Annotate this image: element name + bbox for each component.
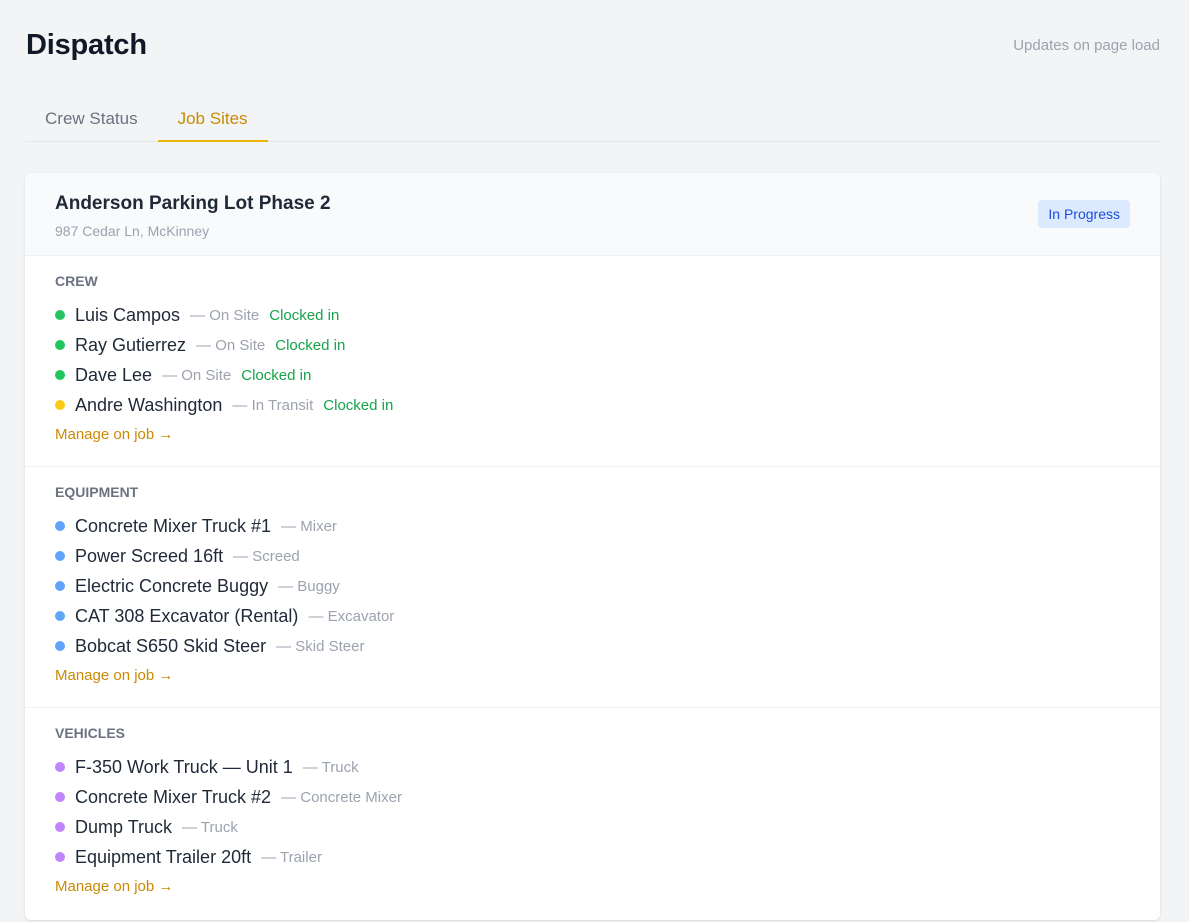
vehicle-item: Concrete Mixer Truck #2 — Concrete Mixer <box>55 782 1130 812</box>
equipment-item: Electric Concrete Buggy — Buggy <box>55 571 1130 601</box>
equipment-dot-icon <box>55 521 65 531</box>
equipment-name: Bobcat S650 Skid Steer <box>75 635 267 656</box>
manage-vehicles-link[interactable]: Manage on job → <box>55 874 173 900</box>
equipment-dot-icon <box>55 641 65 651</box>
crew-name: Luis Campos <box>75 304 181 325</box>
tab-job-sites[interactable]: Job Sites <box>157 93 268 142</box>
vehicle-dot-icon <box>55 822 65 832</box>
equipment-section-title: EQUIPMENT <box>55 484 139 500</box>
manage-equipment-link[interactable]: Manage on job → <box>55 663 173 689</box>
vehicle-type: — Truck <box>182 818 238 836</box>
equipment-dot-icon <box>55 581 65 591</box>
vehicle-item: Dump Truck — Truck <box>55 812 1130 842</box>
updates-note: Updates on page load <box>1013 37 1160 54</box>
crew-clock-status: Clocked in <box>323 396 394 414</box>
equipment-dot-icon <box>55 611 65 621</box>
equipment-name: Electric Concrete Buggy <box>75 575 269 596</box>
vehicle-dot-icon <box>55 852 65 862</box>
equipment-type: — Screed <box>233 547 300 565</box>
vehicle-name: Dump Truck <box>75 816 173 837</box>
vehicle-item: Equipment Trailer 20ft — Trailer <box>55 842 1130 872</box>
status-dot-icon <box>55 310 65 320</box>
equipment-type: — Skid Steer <box>276 637 365 655</box>
equipment-section: EQUIPMENT Concrete Mixer Truck #1 — Mixe… <box>25 467 1160 708</box>
crew-clock-status: Clocked in <box>241 366 312 384</box>
job-site-card: Anderson Parking Lot Phase 2 987 Cedar L… <box>25 173 1160 920</box>
page-header: Dispatch Updates on page load <box>25 0 1160 93</box>
crew-item: Dave Lee — On Site Clocked in <box>55 360 1130 390</box>
vehicle-name: Concrete Mixer Truck #2 <box>75 786 272 807</box>
status-badge: In Progress <box>1038 200 1130 228</box>
job-site-name: Anderson Parking Lot Phase 2 <box>55 193 331 214</box>
job-site-address: 987 Cedar Ln, McKinney <box>55 223 210 239</box>
vehicle-name: Equipment Trailer 20ft <box>75 846 252 867</box>
crew-item: Luis Campos — On Site Clocked in <box>55 300 1130 330</box>
crew-item: Ray Gutierrez — On Site Clocked in <box>55 330 1130 360</box>
crew-item: Andre Washington — In Transit Clocked in <box>55 390 1130 420</box>
crew-location: — In Transit <box>232 396 314 414</box>
crew-location: — On Site <box>162 366 232 384</box>
tab-bar: Crew Status Job Sites <box>25 93 1160 142</box>
vehicle-type: — Truck <box>302 758 359 776</box>
crew-location: — On Site <box>190 306 260 324</box>
crew-section: CREW Luis Campos — On Site Clocked in Ra… <box>25 256 1160 467</box>
vehicle-item: F-350 Work Truck — Unit 1 — Truck <box>55 752 1130 782</box>
crew-name: Andre Washington <box>75 394 223 415</box>
equipment-type: — Excavator <box>308 607 395 625</box>
crew-location: — On Site <box>196 336 266 354</box>
vehicles-section-title: VEHICLES <box>55 725 126 741</box>
page: Dispatch Updates on page load Crew Statu… <box>0 0 1189 920</box>
vehicle-type: — Concrete Mixer <box>281 788 402 806</box>
vehicle-dot-icon <box>55 792 65 802</box>
equipment-type: — Mixer <box>281 517 337 535</box>
crew-name: Dave Lee <box>75 364 153 385</box>
vehicle-name: F-350 Work Truck — Unit 1 <box>75 756 293 777</box>
equipment-item: Concrete Mixer Truck #1 — Mixer <box>55 511 1130 541</box>
equipment-name: Concrete Mixer Truck #1 <box>75 515 272 536</box>
equipment-type: — Buggy <box>278 577 340 595</box>
page-title: Dispatch <box>26 29 147 61</box>
job-site-header: Anderson Parking Lot Phase 2 987 Cedar L… <box>25 173 1160 256</box>
equipment-item: Bobcat S650 Skid Steer — Skid Steer <box>55 631 1130 661</box>
status-dot-icon <box>55 400 65 410</box>
crew-clock-status: Clocked in <box>269 306 340 324</box>
equipment-name: CAT 308 Excavator (Rental) <box>75 605 299 626</box>
crew-name: Ray Gutierrez <box>75 334 187 355</box>
equipment-item: Power Screed 16ft — Screed <box>55 541 1130 571</box>
crew-clock-status: Clocked in <box>275 336 346 354</box>
manage-crew-link[interactable]: Manage on job → <box>55 422 173 448</box>
status-dot-icon <box>55 340 65 350</box>
vehicle-dot-icon <box>55 762 65 772</box>
equipment-dot-icon <box>55 551 65 561</box>
tab-crew-status[interactable]: Crew Status <box>25 93 158 141</box>
equipment-item: CAT 308 Excavator (Rental) — Excavator <box>55 601 1130 631</box>
equipment-name: Power Screed 16ft <box>75 545 224 566</box>
status-dot-icon <box>55 370 65 380</box>
crew-section-title: CREW <box>55 273 98 289</box>
vehicle-type: — Trailer <box>261 848 322 866</box>
vehicles-section: VEHICLES F-350 Work Truck — Unit 1 — Tru… <box>25 708 1160 920</box>
